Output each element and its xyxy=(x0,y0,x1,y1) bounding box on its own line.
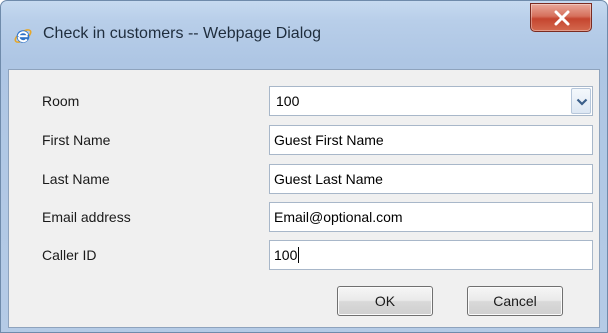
first-name-field[interactable]: Guest First Name xyxy=(269,125,593,155)
cancel-button[interactable]: Cancel xyxy=(467,286,563,316)
dialog-content: Room 100 First Name Guest First Name Las… xyxy=(8,69,600,328)
room-select[interactable]: 100 xyxy=(269,86,593,116)
caller-id-label: Caller ID xyxy=(42,247,97,263)
email-field[interactable]: Email@optional.com xyxy=(269,202,593,232)
room-select-value: 100 xyxy=(276,93,300,109)
close-button[interactable] xyxy=(530,3,592,32)
close-icon xyxy=(554,10,570,26)
ok-button[interactable]: OK xyxy=(337,286,433,316)
first-name-value: Guest First Name xyxy=(274,132,384,148)
email-label: Email address xyxy=(42,209,131,225)
last-name-value: Guest Last Name xyxy=(274,171,383,187)
last-name-field[interactable]: Guest Last Name xyxy=(269,164,593,194)
room-label: Room xyxy=(42,93,80,109)
text-cursor xyxy=(298,247,300,263)
last-name-label: Last Name xyxy=(42,171,110,187)
caller-id-field[interactable]: 100 xyxy=(269,240,593,270)
first-name-label: First Name xyxy=(42,132,111,148)
caller-id-value: 100 xyxy=(274,247,298,263)
dialog-window: Check in customers -- Webpage Dialog Roo… xyxy=(0,0,608,333)
window-title: Check in customers -- Webpage Dialog xyxy=(43,25,322,42)
email-value: Email@optional.com xyxy=(274,209,403,225)
room-dropdown-button[interactable] xyxy=(571,88,591,114)
chevron-down-icon xyxy=(576,98,588,106)
internet-explorer-icon xyxy=(13,26,33,46)
title-bar[interactable]: Check in customers -- Webpage Dialog xyxy=(1,1,607,69)
